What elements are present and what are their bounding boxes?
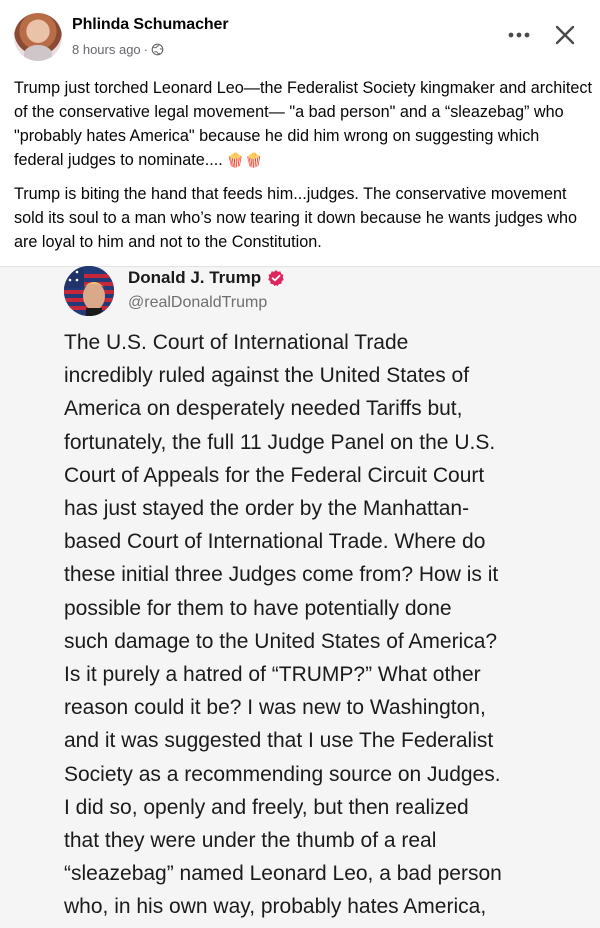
close-button[interactable] [550, 20, 580, 50]
post-header: Phlinda Schumacher 8 hours ago · [0, 0, 600, 66]
post-paragraph-1: Trump just torched Leonard Leo—the Feder… [14, 76, 592, 172]
post-paragraph-2: Trump is biting the hand that feeds him.… [14, 185, 577, 251]
close-icon [555, 25, 575, 45]
embedded-text-line: Court of Appeals for the Federal Circuit… [64, 463, 485, 487]
verified-badge-icon [268, 270, 284, 287]
embedded-text-line: I did so, openly and freely, but then re… [64, 795, 469, 819]
embedded-post-text: The U.S. Court of International Trade inc… [64, 326, 554, 924]
embedded-text-line: Society as a recommending source on Judg… [64, 762, 501, 786]
embedded-text-line: these initial three Judges come from? Ho… [64, 563, 499, 587]
embedded-text-line: possible for them to have potentially do… [64, 596, 452, 620]
embedded-text-line: fortunately, the full 11 Judge Panel on … [64, 430, 496, 454]
embedded-author-avatar [64, 266, 114, 316]
post-paragraph-1-text: Trump just torched Leonard Leo—the Feder… [14, 79, 592, 169]
post-text: Trump just torched Leonard Leo—the Feder… [14, 76, 592, 264]
embedded-text-line: “sleazebag” named Leonard Leo, a bad per… [64, 862, 502, 886]
embedded-text-line: The U.S. Court of International Trade [64, 331, 409, 354]
globe-icon [151, 43, 164, 56]
embedded-text-line: Is it purely a hatred of “TRUMP?” What o… [64, 663, 481, 687]
post-time[interactable]: 8 hours ago [72, 42, 141, 57]
embedded-text-line: America on desperately needed Tariffs bu… [64, 397, 463, 421]
meta-separator: · [143, 42, 149, 57]
author-name[interactable]: Phlinda Schumacher [72, 16, 229, 34]
embedded-text-line: reason could it be? I was new to Washing… [64, 696, 486, 720]
embedded-text-line: has just stayed the order by the Manhatt… [64, 497, 470, 521]
embedded-author-handle: @realDonaldTrump [128, 294, 268, 311]
post-meta: 8 hours ago · [72, 42, 164, 57]
embedded-author-name: Donald J. Trump [128, 268, 285, 288]
embedded-text-line: based Court of International Trade. Wher… [64, 530, 486, 554]
embedded-text-line: who, in his own way, probably hates Amer… [64, 895, 487, 919]
embedded-text-line: such damage to the United States of Amer… [64, 629, 498, 653]
embedded-author-name-text: Donald J. Trump [128, 268, 262, 287]
author-avatar[interactable] [14, 13, 62, 61]
embedded-text-line: incredibly ruled against the United Stat… [64, 364, 470, 388]
embedded-text-line: and it was suggested that I use The Fede… [64, 729, 494, 753]
popcorn-emoji: 🍿🍿 [226, 152, 264, 168]
more-horizontal-icon [508, 32, 530, 38]
embedded-text-line: that they were under the thumb of a real [64, 829, 437, 853]
more-options-button[interactable] [504, 20, 534, 50]
